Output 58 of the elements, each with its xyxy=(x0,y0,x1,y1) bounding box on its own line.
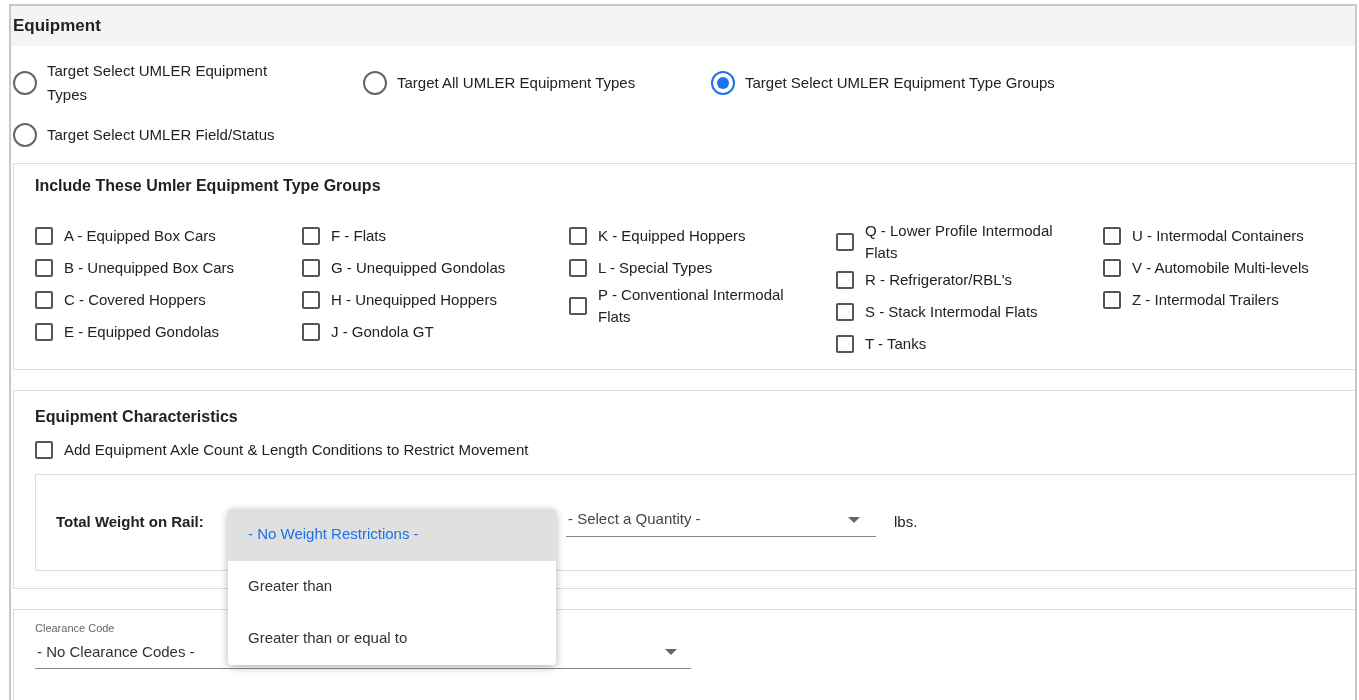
checkbox-label: Z - Intermodal Trailers xyxy=(1132,290,1279,310)
checkbox[interactable] xyxy=(1103,259,1121,277)
checkbox[interactable] xyxy=(569,297,587,315)
radio-label: Target All UMLER Equipment Types xyxy=(397,73,636,93)
checkbox[interactable] xyxy=(302,227,320,245)
checkbox[interactable] xyxy=(35,291,53,309)
checkbox-label: S - Stack Intermodal Flats xyxy=(865,302,1038,322)
checkbox-label: A - Equipped Box Cars xyxy=(64,226,216,246)
radio-button[interactable] xyxy=(711,71,735,95)
checkbox[interactable] xyxy=(302,291,320,309)
checkbox[interactable] xyxy=(302,323,320,341)
checkbox-label: B - Unequipped Box Cars xyxy=(64,258,235,278)
checkbox-label: E - Equipped Gondolas xyxy=(64,322,220,342)
checkbox[interactable] xyxy=(302,259,320,277)
checkbox-label: K - Equipped Hoppers xyxy=(598,226,746,246)
checkbox-label: C - Covered Hoppers xyxy=(64,290,206,310)
weight-label: Total Weight on Rail: xyxy=(56,511,205,532)
checkbox-label: F - Flats xyxy=(331,226,386,246)
clearance-select[interactable]: - No Clearance Codes - xyxy=(37,640,195,664)
checkbox[interactable] xyxy=(35,441,53,460)
radio-label: Target Select UMLER Field/Status xyxy=(47,125,275,145)
menu-item[interactable]: Greater than xyxy=(228,560,556,613)
panel-title: Equipment xyxy=(13,15,101,38)
menu-item[interactable]: Greater than or equal to xyxy=(228,612,556,665)
checkbox-label: P - Conventional Intermodal Flats xyxy=(598,285,785,327)
quantity-select[interactable]: - Select a Quantity - xyxy=(566,503,876,537)
caret-icon xyxy=(665,649,677,655)
checkbox[interactable] xyxy=(836,271,854,289)
radio-label: Target Select UMLER Equipment Type Groups xyxy=(745,73,1055,93)
unit-label: lbs. xyxy=(894,511,918,532)
checkbox-label: Q - Lower Profile Intermodal Flats xyxy=(865,221,1054,263)
checkbox[interactable] xyxy=(569,259,587,277)
checkbox[interactable] xyxy=(35,227,53,245)
checkbox[interactable] xyxy=(1103,227,1121,245)
checkbox[interactable] xyxy=(836,233,854,251)
type-groups-title: Include These Umler Equipment Type Groups xyxy=(35,176,381,196)
checkbox-label: R - Refrigerator/RBL's xyxy=(865,270,1013,290)
checkbox-label: Add Equipment Axle Count & Length Conditions to Restrict Movement xyxy=(64,440,529,460)
checkbox-label: U - Intermodal Containers xyxy=(1132,226,1304,246)
checkbox[interactable] xyxy=(1103,291,1121,309)
radio-button[interactable] xyxy=(13,123,37,147)
caret-icon xyxy=(848,516,860,523)
checkbox[interactable] xyxy=(35,323,53,341)
checkbox[interactable] xyxy=(836,303,854,321)
checkbox-label: G - Unequipped Gondolas xyxy=(331,258,506,278)
checkbox-label: V - Automobile Multi-levels xyxy=(1132,258,1309,278)
checkbox[interactable] xyxy=(569,227,587,245)
checkbox[interactable] xyxy=(35,259,53,277)
checkbox-label: L - Special Types xyxy=(598,258,713,278)
radio-button[interactable] xyxy=(13,71,37,95)
checkbox-label: J - Gondola GT xyxy=(331,322,434,342)
checkbox-label: H - Unequipped Hoppers xyxy=(331,290,497,310)
characteristics-title: Equipment Characteristics xyxy=(35,407,239,427)
clearance-label: Clearance Code xyxy=(35,621,115,636)
checkbox[interactable] xyxy=(836,335,854,353)
checkbox-label: T - Tanks xyxy=(865,334,927,354)
radio-label: Target Select UMLER Equipment Types xyxy=(47,61,269,105)
radio-button[interactable] xyxy=(363,71,387,95)
